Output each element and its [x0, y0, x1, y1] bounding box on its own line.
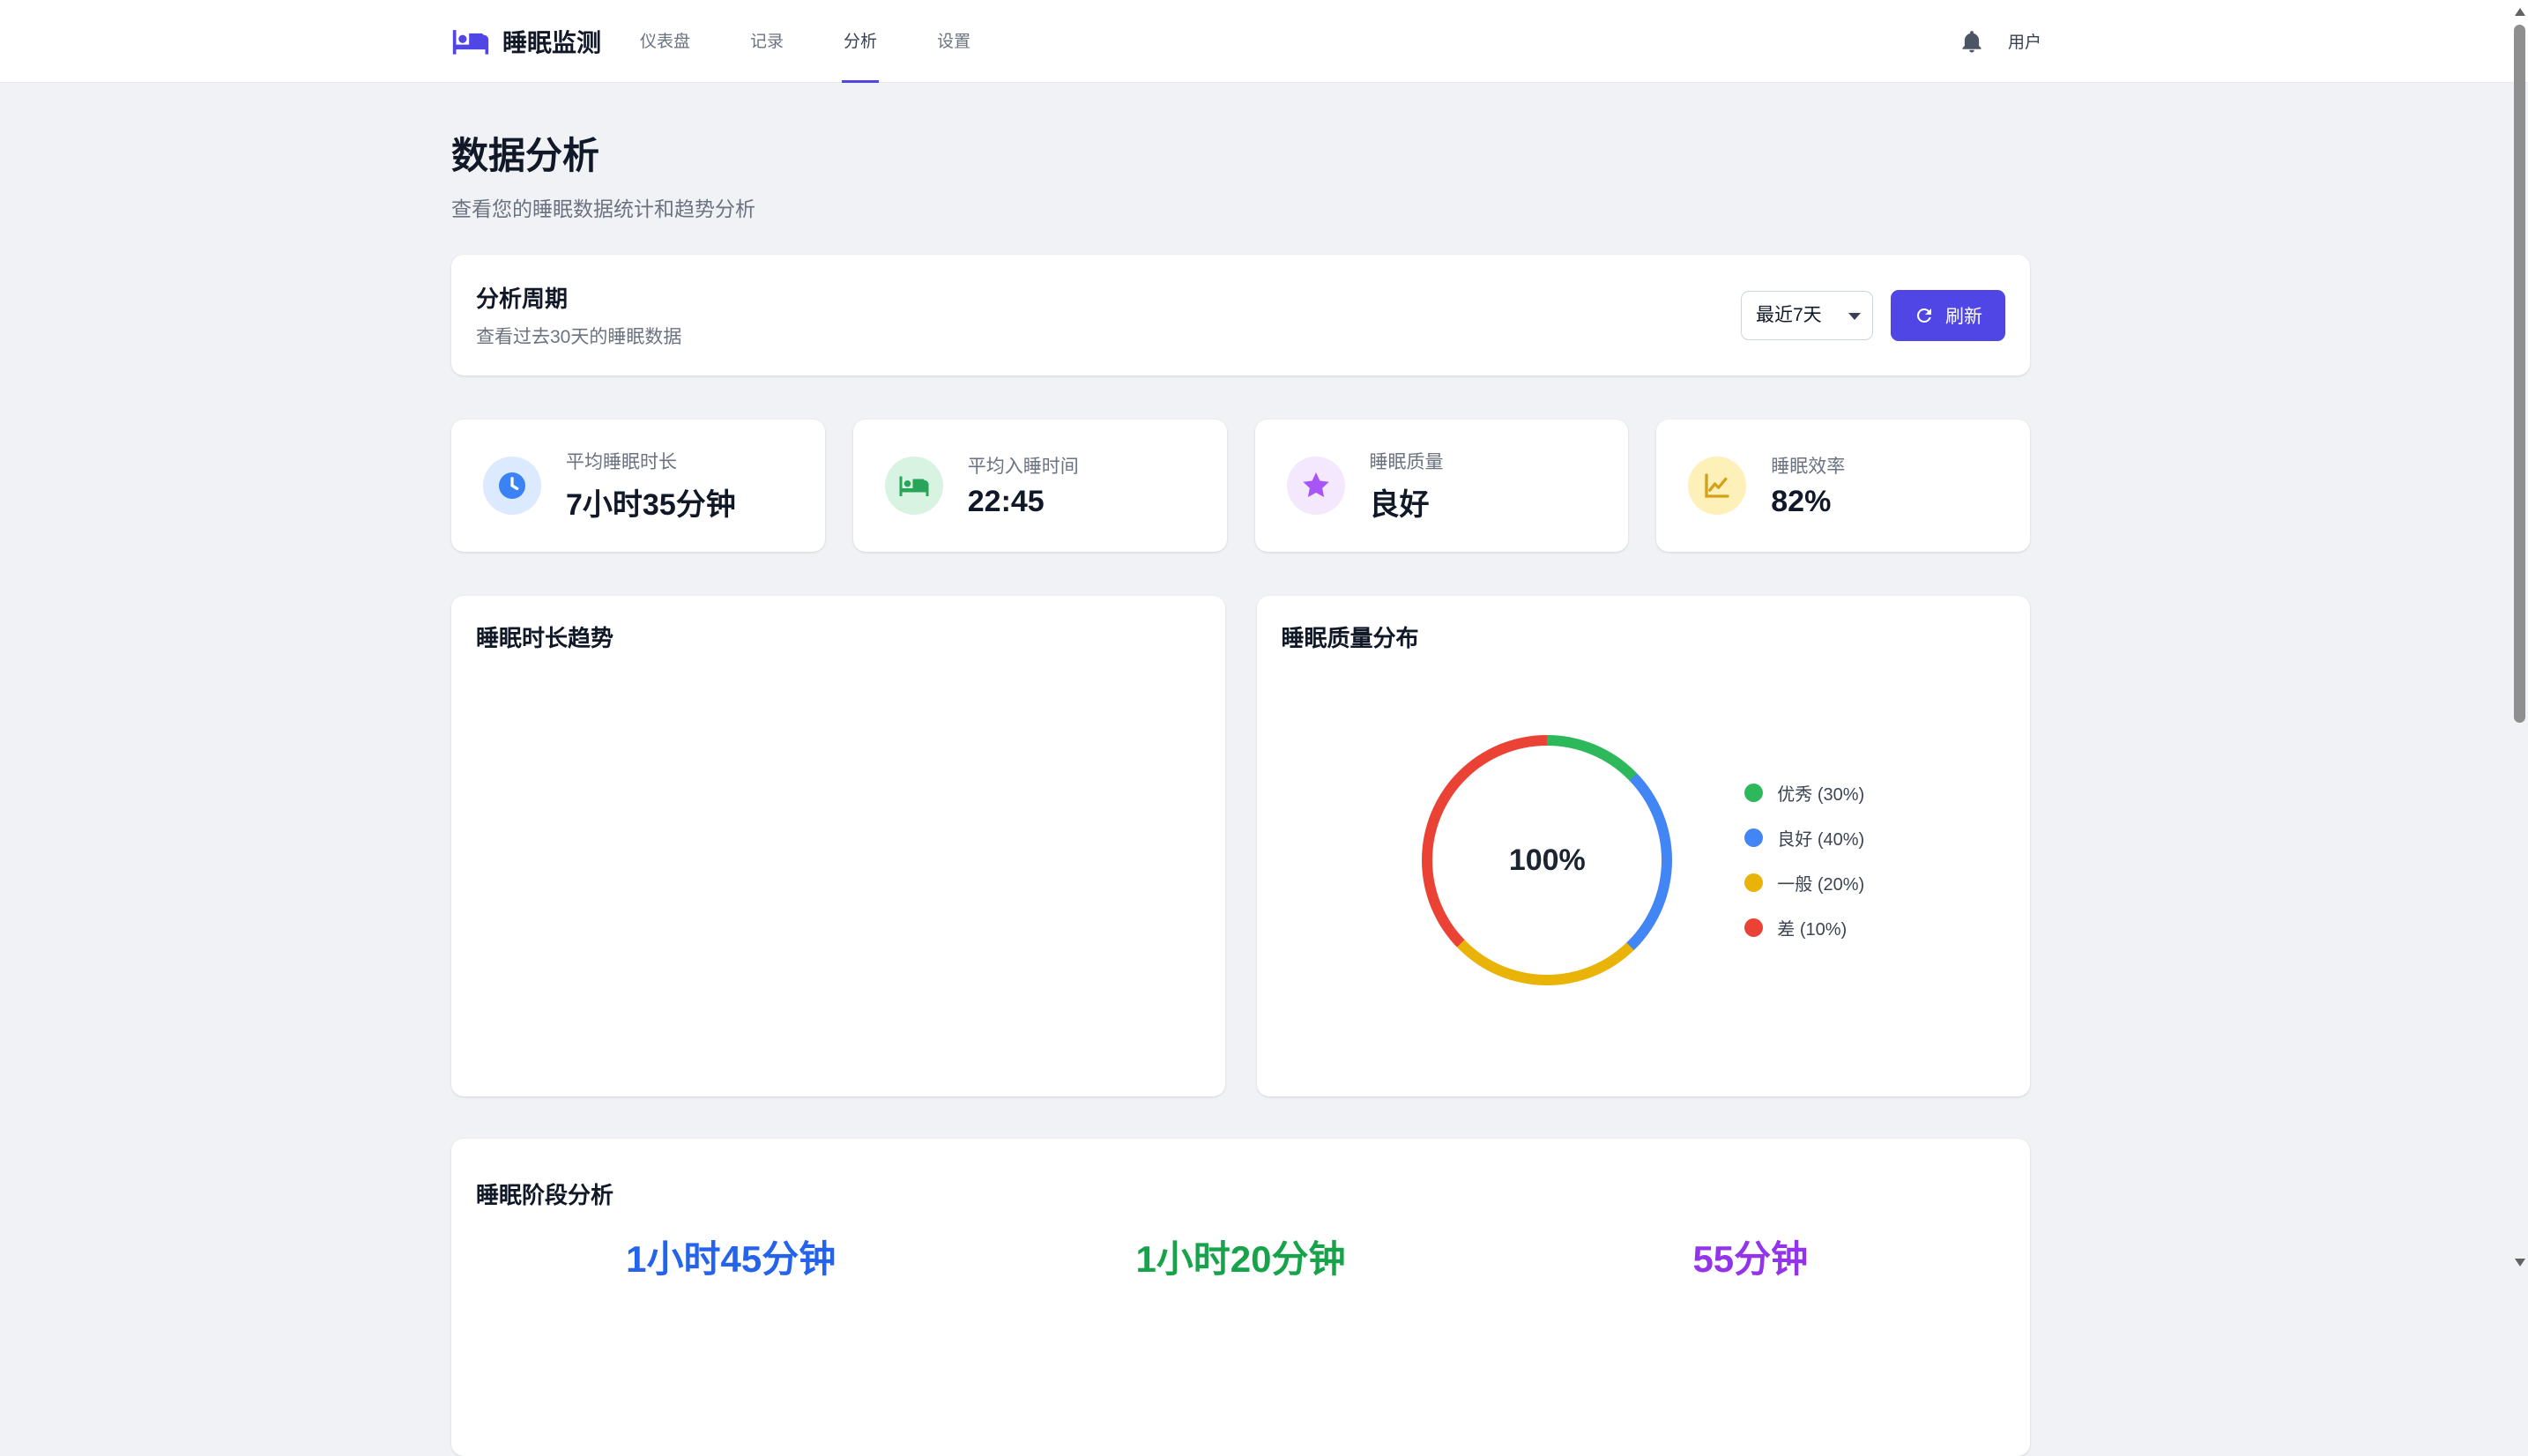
nav-item-settings[interactable]: 设置 — [935, 0, 972, 83]
scrollbar-down-arrow[interactable] — [2515, 1259, 2525, 1267]
stat-value: 82% — [1771, 485, 1845, 519]
sleep-duration-trend-card: 睡眠时长趋势 — [451, 596, 1225, 1096]
doughnut-hole: 100% — [1432, 746, 1662, 975]
stage-cell-light-sleep: 1小时20分钟 — [985, 1229, 1495, 1283]
stages-title: 睡眠阶段分析 — [476, 1177, 2005, 1210]
trend-line-icon — [1688, 457, 1746, 515]
quality-chart-title: 睡眠质量分布 — [1282, 620, 2006, 653]
legend-dot — [1744, 873, 1763, 892]
stat-card-sleep-efficiency: 睡眠效率 82% — [1656, 420, 2030, 552]
stat-label: 平均入睡时间 — [968, 452, 1079, 479]
stat-card-avg-sleep-duration: 平均睡眠时长 7小时35分钟 — [451, 420, 825, 552]
charts-row: 睡眠时长趋势 睡眠质量分布 100% 优秀 (30%) — [451, 596, 2030, 1096]
legend-item-good: 良好 (40%) — [1744, 825, 1864, 851]
legend-dot — [1744, 784, 1763, 802]
page-title: 数据分析 — [451, 126, 2030, 180]
brand: 睡眠监测 — [451, 22, 601, 61]
clock-icon — [483, 457, 541, 515]
stat-card-avg-bedtime: 平均入睡时间 22:45 — [853, 420, 1227, 552]
app-title: 睡眠监测 — [502, 24, 601, 59]
nav-item-analysis[interactable]: 分析 — [842, 0, 879, 83]
period-subtitle: 查看过去30天的睡眠数据 — [476, 323, 681, 349]
date-range-select[interactable]: 最近7天 — [1741, 291, 1873, 340]
refresh-label: 刷新 — [1945, 302, 1982, 329]
legend-dot — [1744, 828, 1763, 847]
main-nav: 仪表盘 记录 分析 设置 — [638, 0, 972, 83]
stage-value: 1小时20分钟 — [985, 1229, 1495, 1283]
stage-value: 55分钟 — [1496, 1229, 2005, 1283]
stat-text: 平均睡眠时长 7小时35分钟 — [566, 448, 736, 524]
legend-item-poor: 差 (10%) — [1744, 915, 1864, 940]
navbar-right: 用户 — [1959, 28, 2041, 55]
nav-item-dashboard[interactable]: 仪表盘 — [638, 0, 692, 83]
stat-card-sleep-quality: 睡眠质量 良好 — [1255, 420, 1629, 552]
legend-dot — [1744, 918, 1763, 937]
stat-label: 平均睡眠时长 — [566, 448, 736, 474]
stat-value: 22:45 — [968, 485, 1079, 519]
bell-icon[interactable] — [1959, 28, 1985, 55]
legend-label: 差 (10%) — [1777, 915, 1847, 940]
scrollbar-up-arrow[interactable] — [2515, 8, 2525, 16]
period-actions: 最近7天 刷新 — [1741, 290, 2005, 341]
nav-item-records[interactable]: 记录 — [748, 0, 785, 83]
stage-cell-rem-sleep: 55分钟 — [1496, 1229, 2005, 1283]
legend-item-fair: 一般 (20%) — [1744, 870, 1864, 895]
star-icon — [1287, 457, 1345, 515]
main-content: 数据分析 查看您的睡眠数据统计和趋势分析 分析周期 查看过去30天的睡眠数据 最… — [451, 126, 2030, 1456]
legend-label: 一般 (20%) — [1777, 870, 1864, 895]
stat-value: 良好 — [1370, 480, 1444, 524]
user-menu[interactable]: 用户 — [2008, 29, 2041, 53]
bed-logo-icon — [451, 22, 490, 61]
period-text: 分析周期 查看过去30天的睡眠数据 — [476, 281, 681, 349]
top-navbar: 睡眠监测 仪表盘 记录 分析 设置 用户 — [0, 0, 2528, 83]
stage-value: 1小时45分钟 — [476, 1229, 985, 1283]
refresh-button[interactable]: 刷新 — [1891, 290, 2005, 341]
period-title: 分析周期 — [476, 281, 681, 314]
stat-label: 睡眠效率 — [1771, 452, 1845, 479]
legend-item-excellent: 优秀 (30%) — [1744, 780, 1864, 806]
chart-legend: 优秀 (30%) 良好 (40%) 一般 (20%) 差 (10%) — [1744, 770, 1864, 950]
range-select-wrap: 最近7天 — [1741, 291, 1873, 340]
stat-text: 睡眠效率 82% — [1771, 452, 1845, 519]
bed-icon — [885, 457, 943, 515]
stage-cell-deep-sleep: 1小时45分钟 — [476, 1229, 985, 1283]
legend-label: 优秀 (30%) — [1777, 780, 1864, 806]
stages-grid: 1小时45分钟 1小时20分钟 55分钟 — [476, 1229, 2005, 1283]
stat-value: 7小时35分钟 — [566, 480, 736, 524]
refresh-icon — [1914, 305, 1935, 326]
legend-label: 良好 (40%) — [1777, 825, 1864, 851]
vertical-scrollbar — [2512, 0, 2528, 1272]
doughnut-center-label: 100% — [1509, 843, 1586, 878]
stat-text: 睡眠质量 良好 — [1370, 448, 1444, 524]
trend-chart-title: 睡眠时长趋势 — [476, 620, 1201, 653]
doughnut-chart: 100% — [1422, 735, 1672, 985]
stats-row: 平均睡眠时长 7小时35分钟 平均入睡时间 22:45 睡眠质量 良好 — [451, 420, 2030, 552]
page-subtitle: 查看您的睡眠数据统计和趋势分析 — [451, 192, 2030, 222]
sleep-stage-analysis-card: 睡眠阶段分析 1小时45分钟 1小时20分钟 55分钟 — [451, 1139, 2030, 1456]
stat-label: 睡眠质量 — [1370, 448, 1444, 474]
stat-text: 平均入睡时间 22:45 — [968, 452, 1079, 519]
scrollbar-thumb[interactable] — [2514, 25, 2525, 723]
analysis-period-card: 分析周期 查看过去30天的睡眠数据 最近7天 刷新 — [451, 255, 2030, 375]
quality-chart-body: 100% 优秀 (30%) 良好 (40%) 一般 (20%) — [1282, 653, 2006, 1067]
sleep-quality-distribution-card: 睡眠质量分布 100% 优秀 (30%) 良好 (40%) — [1257, 596, 2031, 1096]
